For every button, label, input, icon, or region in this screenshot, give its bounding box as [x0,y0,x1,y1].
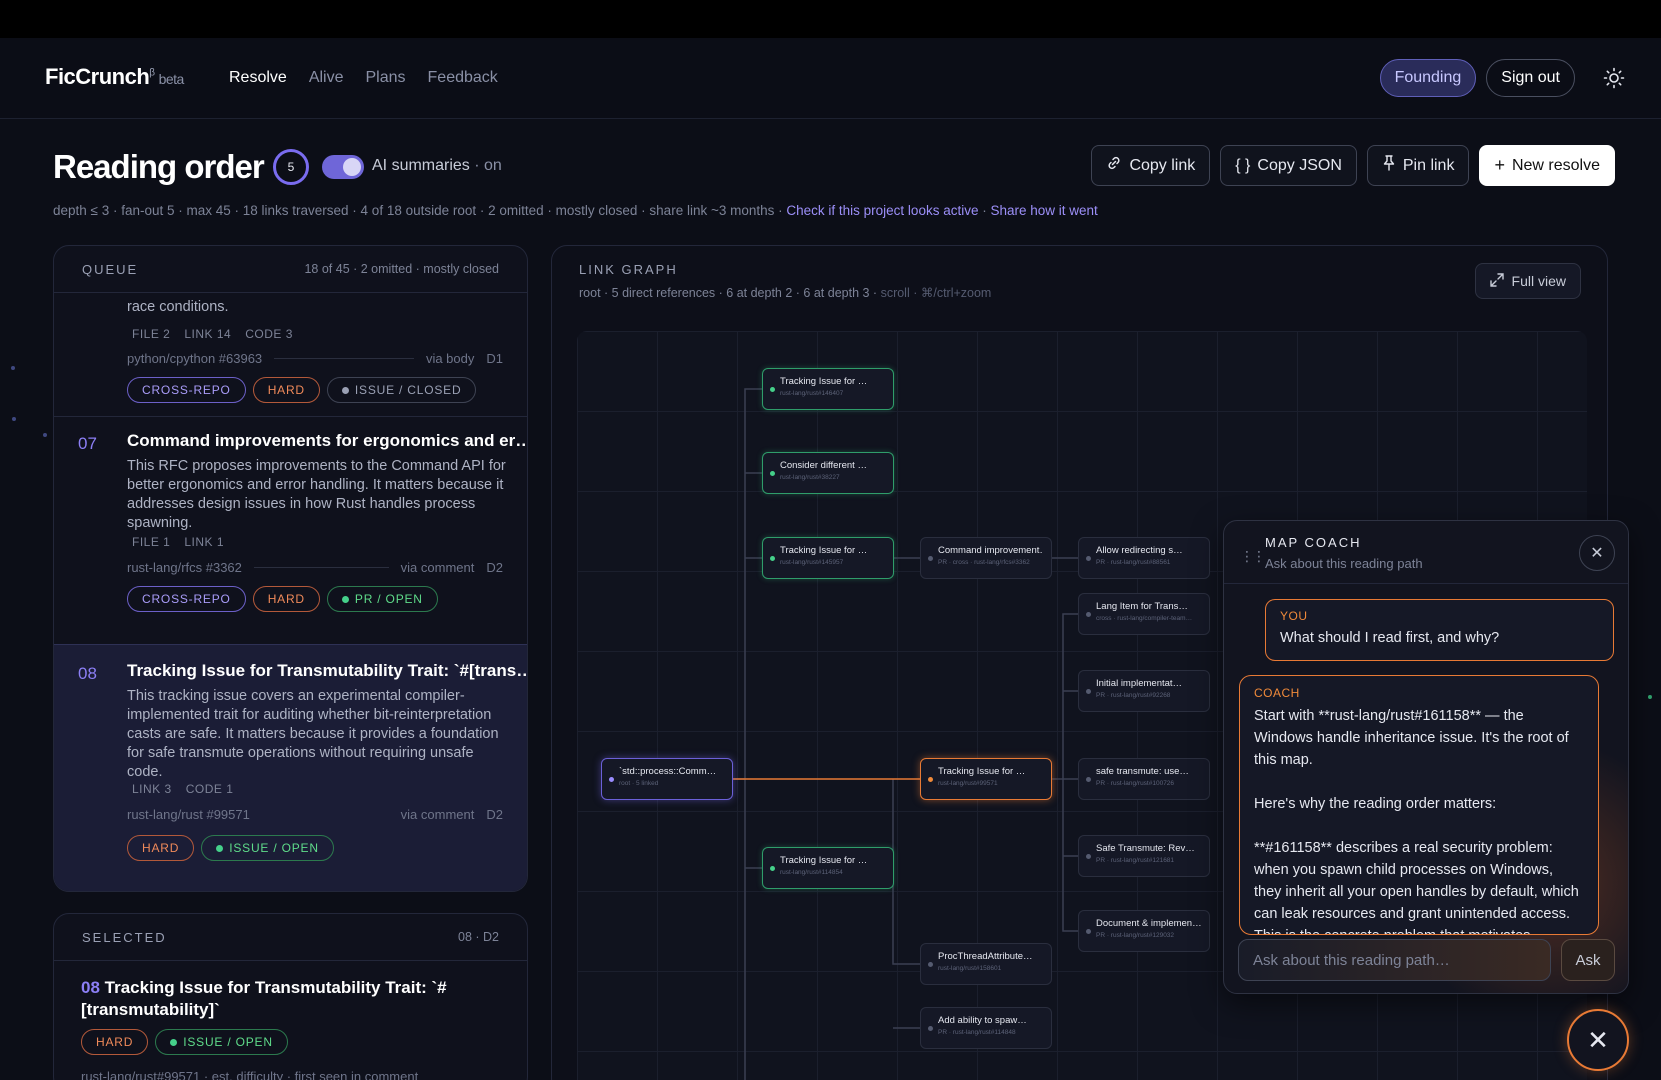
graph-node-active[interactable]: Tracking Issue for … rust-lang/rust#99571 [920,758,1052,800]
braces-icon: { } [1235,156,1251,174]
ai-summaries-toggle[interactable] [322,155,364,179]
queue-panel: QUEUE 18 of 45 · 2 omitted · mostly clos… [53,245,528,892]
app-logo[interactable]: FicCrunchβ beta [45,64,184,90]
nav-resolve[interactable]: Resolve [229,69,287,87]
tag-difficulty: HARD [252,586,320,612]
sun-icon[interactable] [1595,59,1633,97]
graph-node[interactable]: Allow redirecting s… PR · rust-lang/rust#… [1078,537,1210,579]
graph-subtitle: root · 5 direct references · 6 at depth … [579,286,992,300]
resolve-meta: depth ≤ 3 · fan-out 5 · max 45 · 18 link… [53,203,1098,218]
share-feedback-link[interactable]: Share how it went [990,203,1097,218]
main-nav: Resolve Alive Plans Feedback [229,69,498,87]
graph-node[interactable]: Consider different … rust-lang/rust#38227 [762,452,894,494]
graph-node[interactable]: safe transmute: use… PR · rust-lang/rust#… [1078,758,1210,800]
tag-status: ISSUE / CLOSED [326,377,477,403]
founding-button[interactable]: Founding [1379,59,1477,97]
selected-ref: rust-lang/rust#99571 · est. difficulty ·… [81,1069,419,1080]
tag-difficulty: HARD [252,377,320,403]
graph-node[interactable]: Command improvement… PR · cross · rust-la… [920,537,1052,579]
tag-status: ISSUE / OPEN [155,1029,288,1055]
ask-button[interactable]: Ask [1561,939,1615,981]
queue-label: QUEUE [82,262,139,277]
queue-summary: 18 of 45 · 2 omitted · mostly closed [304,262,499,276]
count-badge: 5 [273,149,309,185]
selected-title: 08 Tracking Issue for Transmutability Tr… [81,978,447,1019]
sign-out-button[interactable]: Sign out [1486,59,1575,97]
decorative-dot [43,433,47,437]
copy-json-button[interactable]: { } Copy JSON [1220,145,1357,186]
decorative-dot [11,366,15,370]
copy-link-button[interactable]: Copy link [1091,145,1211,186]
nav-feedback[interactable]: Feedback [428,69,498,87]
nav-alive[interactable]: Alive [309,69,344,87]
check-active-link[interactable]: Check if this project looks active [786,203,978,218]
graph-node-root[interactable]: `std::process::Comm… root · 5 linked [601,758,733,800]
new-resolve-button[interactable]: + New resolve [1479,145,1615,186]
coach-subtitle: Ask about this reading path [1265,556,1423,571]
selected-panel: SELECTED 08 · D2 08 Tracking Issue for T… [53,913,528,1080]
page-title: Reading order [53,148,265,185]
close-coach-fab[interactable]: ✕ [1567,1009,1629,1071]
close-icon: ✕ [1587,1024,1609,1055]
nav-plans[interactable]: Plans [366,69,406,87]
plus-icon: + [1494,155,1505,175]
graph-node[interactable]: Initial implementat… PR · rust-lang/rust#… [1078,670,1210,712]
tag-difficulty: HARD [81,1029,149,1055]
tag-cross-repo: CROSS-REPO [127,377,246,403]
coach-input[interactable]: Ask about this reading path… [1238,939,1551,981]
decorative-dot [1648,695,1652,699]
tag-difficulty: HARD [127,835,195,861]
selected-label: SELECTED [82,930,167,945]
graph-node[interactable]: Tracking Issue for … rust-lang/rust#14595… [762,537,894,579]
ai-summaries-label: AI summaries · on [372,157,502,174]
graph-node[interactable]: Safe Transmute: Rev… PR · rust-lang/rust#… [1078,835,1210,877]
graph-node[interactable]: ProcThreadAttribute… rust-lang/rust#15860… [920,943,1052,985]
decorative-dot [12,417,16,421]
coach-title: MAP COACH [1265,535,1362,550]
graph-label: LINK GRAPH [579,262,678,277]
full-view-button[interactable]: Full view [1474,263,1581,299]
window-top-bar [0,0,1661,38]
coach-message: COACH Start with **rust-lang/rust#161158… [1239,675,1599,935]
queue-item-selected[interactable]: 08 Tracking Issue for Transmutability Tr… [54,644,527,891]
graph-node[interactable]: Document & implemen… PR · rust-lang/rust#… [1078,910,1210,952]
tag-status: ISSUE / OPEN [201,835,334,861]
graph-node[interactable]: Tracking Issue for … rust-lang/rust#11485… [762,847,894,889]
graph-node[interactable]: Tracking Issue for … rust-lang/rust#14640… [762,368,894,410]
app-header: FicCrunchβ beta Resolve Alive Plans Feedb… [0,38,1661,119]
expand-icon [1489,272,1504,290]
graph-node[interactable]: Add ability to spaw… PR · rust-lang/rust#… [920,1007,1052,1049]
graph-node[interactable]: Lang Item for Trans… cross · rust-lang/co… [1078,593,1210,635]
pin-icon [1382,155,1396,176]
map-coach-panel: ⋮⋮ MAP COACH Ask about this reading path… [1223,520,1629,994]
pin-link-button[interactable]: Pin link [1366,145,1470,186]
selected-summary: 08 · D2 [458,930,499,944]
close-icon[interactable]: ✕ [1579,535,1615,571]
tag-status: PR / OPEN [326,586,438,612]
queue-item[interactable]: 07 Command improvements for ergonomics a… [54,417,527,627]
tag-cross-repo: CROSS-REPO [127,586,246,612]
user-message: YOU What should I read first, and why? [1265,599,1614,661]
link-icon [1106,155,1122,176]
drag-handle-icon[interactable]: ⋮⋮ [1240,548,1266,565]
